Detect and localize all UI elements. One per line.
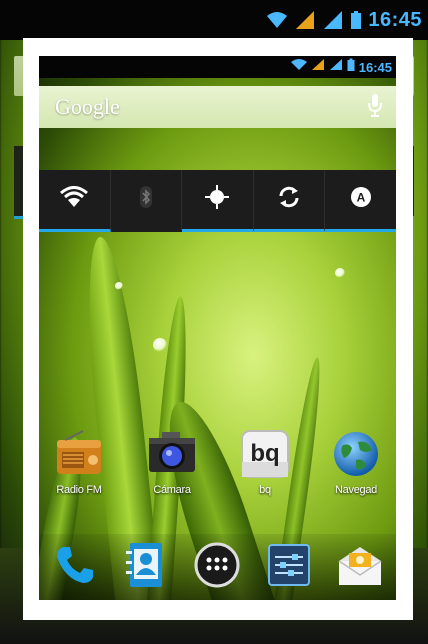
battery-icon (347, 58, 355, 76)
dock (39, 534, 396, 600)
app-label: bq (259, 484, 271, 496)
phone-screen: 16:45 Google A Radio FM Cámara bq bq Nav… (39, 56, 396, 600)
svg-text:bq: bq (250, 440, 279, 467)
cell-signal-2-icon (329, 58, 343, 76)
svg-text:A: A (356, 191, 365, 205)
search-label: Google (55, 94, 120, 119)
status-bar[interactable]: 16:45 (39, 56, 396, 78)
dock-messaging-button[interactable] (332, 539, 388, 595)
power-control-widget: A (39, 170, 396, 232)
sync-icon (276, 184, 302, 215)
toggle-bluetooth[interactable] (110, 170, 183, 232)
app-camera[interactable]: Cámara (132, 428, 212, 496)
wifi-signal-icon (290, 58, 307, 76)
globe-icon (330, 428, 382, 480)
app-bq[interactable]: bq bq (225, 428, 305, 496)
clock: 16:45 (358, 59, 392, 75)
google-search-bar[interactable]: Google (39, 86, 396, 128)
auto-brightness-icon: A (348, 184, 374, 215)
cell-signal-icon (311, 58, 325, 76)
contacts-icon (124, 541, 168, 594)
water-drop (153, 338, 167, 352)
background-status-bar: 16:45 (0, 0, 428, 40)
app-drawer-icon (193, 541, 241, 594)
dock-contacts-button[interactable] (118, 539, 174, 595)
wifi-icon (59, 186, 89, 213)
background-clock: 16:45 (368, 8, 422, 31)
water-drop (115, 282, 123, 290)
toggle-sync[interactable] (253, 170, 326, 232)
app-label: Cámara (153, 484, 191, 496)
microphone-icon[interactable] (368, 93, 382, 122)
bq-icon: bq (239, 428, 291, 480)
app-browser[interactable]: Navegad (316, 428, 396, 496)
app-radio-fm[interactable]: Radio FM (39, 428, 119, 496)
settings-sliders-icon (266, 542, 312, 593)
dock-phone-button[interactable] (47, 539, 103, 595)
bluetooth-icon (139, 185, 153, 214)
email-icon (335, 543, 385, 592)
phone-icon (53, 543, 97, 592)
app-label: Navegad (335, 484, 377, 496)
water-drop (335, 268, 345, 278)
gps-icon (204, 184, 230, 215)
dock-settings-button[interactable] (261, 539, 317, 595)
camera-icon (146, 428, 198, 480)
toggle-wifi[interactable] (39, 170, 111, 232)
toggle-gps[interactable] (182, 170, 254, 232)
app-label: Radio FM (56, 484, 102, 496)
radio-icon (53, 428, 105, 480)
dock-app-drawer-button[interactable] (189, 539, 245, 595)
toggle-auto-brightness[interactable]: A (325, 170, 396, 232)
